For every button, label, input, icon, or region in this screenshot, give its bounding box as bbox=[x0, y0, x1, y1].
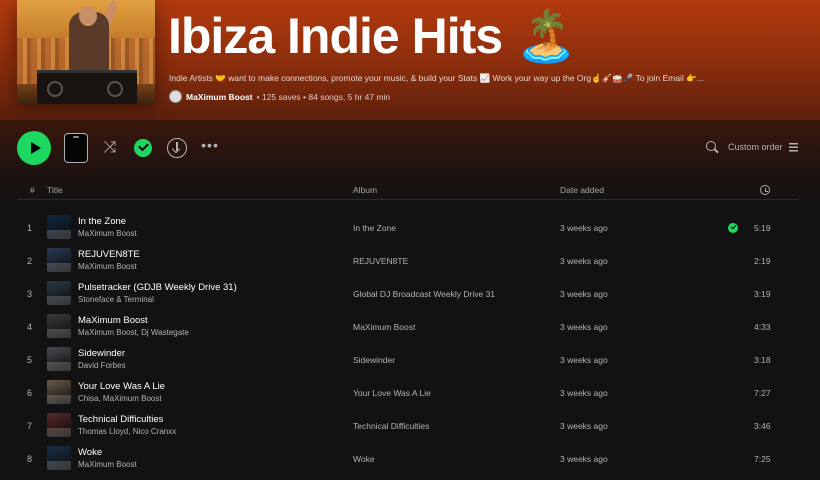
track-artist[interactable]: MaXimum Boost bbox=[78, 460, 137, 469]
track-cover-image bbox=[47, 215, 71, 239]
track-date-added: 3 weeks ago bbox=[560, 256, 608, 266]
cover-dj-head bbox=[79, 6, 97, 26]
track-cover-image bbox=[47, 248, 71, 272]
clock-icon[interactable] bbox=[760, 185, 770, 195]
cover-turntable bbox=[107, 81, 123, 97]
track-album[interactable]: REJUVEN8TE bbox=[353, 256, 408, 266]
added-check-icon[interactable] bbox=[134, 139, 152, 157]
track-number: 1 bbox=[27, 223, 33, 233]
table-row[interactable]: 4 MaXimum Boost MaXimum Boost, Dj Wastegat… bbox=[17, 310, 798, 343]
track-album[interactable]: MaXimum Boost bbox=[353, 322, 415, 332]
cover-turntable bbox=[47, 81, 63, 97]
track-artist[interactable]: Stoneface & Terminal bbox=[78, 295, 154, 304]
playlist-cover-image[interactable] bbox=[17, 0, 155, 104]
action-bar: ⤨ ••• Custom order bbox=[0, 130, 820, 166]
saved-check-icon[interactable] bbox=[728, 223, 738, 233]
track-number: 6 bbox=[27, 388, 33, 398]
track-album[interactable]: In the Zone bbox=[353, 223, 396, 233]
search-icon[interactable] bbox=[703, 138, 723, 158]
download-icon[interactable] bbox=[167, 138, 187, 158]
track-duration: 5:19 bbox=[754, 223, 771, 233]
table-row[interactable]: 5 Sidewinder David Forbes Sidewinder 3 weeks… bbox=[17, 343, 798, 376]
track-artist[interactable]: Thomas Lloyd, Nico Cranxx bbox=[78, 427, 176, 436]
track-number: 7 bbox=[27, 421, 33, 431]
track-album[interactable]: Sidewinder bbox=[353, 355, 395, 365]
owner-avatar[interactable] bbox=[169, 90, 182, 103]
track-title[interactable]: Your Love Was A Lie bbox=[78, 381, 165, 392]
track-cover-image bbox=[47, 347, 71, 371]
track-date-added: 3 weeks ago bbox=[560, 322, 608, 332]
playlist-meta: MaXimum Boost • 125 saves • 84 songs, 5 … bbox=[169, 90, 390, 103]
track-album[interactable]: Global DJ Broadcast Weekly Drive 31 bbox=[353, 289, 495, 299]
sort-label: Custom order bbox=[728, 142, 783, 152]
track-duration: 4:33 bbox=[754, 322, 771, 332]
playlist-stats: • 125 saves • 84 songs, 5 hr 47 min bbox=[256, 91, 391, 102]
track-title[interactable]: In the Zone bbox=[78, 216, 126, 227]
track-date-added: 3 weeks ago bbox=[560, 421, 608, 431]
track-title[interactable]: Sidewinder bbox=[78, 348, 125, 359]
track-title[interactable]: Technical Difficulties bbox=[78, 414, 163, 425]
owner-link[interactable]: MaXimum Boost bbox=[186, 92, 253, 102]
track-cover-image bbox=[47, 314, 71, 338]
track-artist[interactable]: Chisa, MaXimum Boost bbox=[78, 394, 162, 403]
playlist-title: Ibiza Indie Hits 🏝️ bbox=[168, 8, 577, 64]
track-duration: 7:27 bbox=[754, 388, 771, 398]
track-album[interactable]: Woke bbox=[353, 454, 375, 464]
cover-dj-decks bbox=[37, 70, 137, 104]
track-number: 2 bbox=[27, 256, 33, 266]
track-cover-image bbox=[47, 281, 71, 305]
header-album[interactable]: Album bbox=[353, 185, 377, 195]
track-title[interactable]: MaXimum Boost bbox=[78, 315, 148, 326]
header-date-added[interactable]: Date added bbox=[560, 185, 604, 195]
track-number: 3 bbox=[27, 289, 33, 299]
track-cover-image bbox=[47, 380, 71, 404]
track-artist[interactable]: MaXimum Boost, Dj Wastegate bbox=[78, 328, 189, 337]
track-date-added: 3 weeks ago bbox=[560, 289, 608, 299]
table-row[interactable]: 6 Your Love Was A Lie Chisa, MaXimum Boost… bbox=[17, 376, 798, 409]
track-duration: 3:46 bbox=[754, 421, 771, 431]
track-album[interactable]: Technical Difficulties bbox=[353, 421, 429, 431]
track-duration: 3:19 bbox=[754, 289, 771, 299]
playlist-description: Indie Artists 🤝 want to make connections… bbox=[169, 73, 704, 83]
table-row[interactable]: 8 Woke MaXimum Boost Woke 3 weeks ago 7:25 bbox=[17, 442, 798, 475]
track-artist[interactable]: MaXimum Boost bbox=[78, 229, 137, 238]
shuffle-icon[interactable]: ⤨ bbox=[100, 138, 120, 158]
track-number: 4 bbox=[27, 322, 33, 332]
track-duration: 2:19 bbox=[754, 256, 771, 266]
sort-dropdown[interactable]: Custom order bbox=[728, 142, 798, 152]
table-row[interactable]: 3 Pulsetracker (GDJB Weekly Drive 31) Ston… bbox=[17, 277, 798, 310]
mini-player-icon[interactable] bbox=[64, 133, 88, 163]
playlist-header: Ibiza Indie Hits 🏝️ Indie Artists 🤝 want… bbox=[0, 0, 820, 120]
track-title[interactable]: Pulsetracker (GDJB Weekly Drive 31) bbox=[78, 282, 237, 293]
track-date-added: 3 weeks ago bbox=[560, 388, 608, 398]
track-date-added: 3 weeks ago bbox=[560, 454, 608, 464]
track-duration: 3:18 bbox=[754, 355, 771, 365]
track-list: 1 In the Zone MaXimum Boost In the Zone 3 we… bbox=[17, 211, 798, 475]
track-date-added: 3 weeks ago bbox=[560, 223, 608, 233]
table-row[interactable]: 2 REJUVEN8TE MaXimum Boost REJUVEN8TE 3 week… bbox=[17, 244, 798, 277]
list-icon bbox=[788, 142, 798, 152]
track-artist[interactable]: David Forbes bbox=[78, 361, 126, 370]
track-date-added: 3 weeks ago bbox=[560, 355, 608, 365]
header-title[interactable]: Title bbox=[47, 185, 63, 195]
table-row[interactable]: 7 Technical Difficulties Thomas Lloyd, Nic… bbox=[17, 409, 798, 442]
track-duration: 7:25 bbox=[754, 454, 771, 464]
track-title[interactable]: REJUVEN8TE bbox=[78, 249, 140, 260]
track-artist[interactable]: MaXimum Boost bbox=[78, 262, 137, 271]
track-title[interactable]: Woke bbox=[78, 447, 102, 458]
more-icon[interactable]: ••• bbox=[200, 135, 220, 155]
track-cover-image bbox=[47, 413, 71, 437]
track-cover-image bbox=[47, 446, 71, 470]
table-row[interactable]: 1 In the Zone MaXimum Boost In the Zone 3 we… bbox=[17, 211, 798, 244]
table-header: # Title Album Date added bbox=[17, 180, 798, 200]
play-button[interactable] bbox=[17, 131, 51, 165]
header-num: # bbox=[30, 185, 35, 195]
track-number: 8 bbox=[27, 454, 33, 464]
track-number: 5 bbox=[27, 355, 33, 365]
track-album[interactable]: Your Love Was A Lie bbox=[353, 388, 431, 398]
